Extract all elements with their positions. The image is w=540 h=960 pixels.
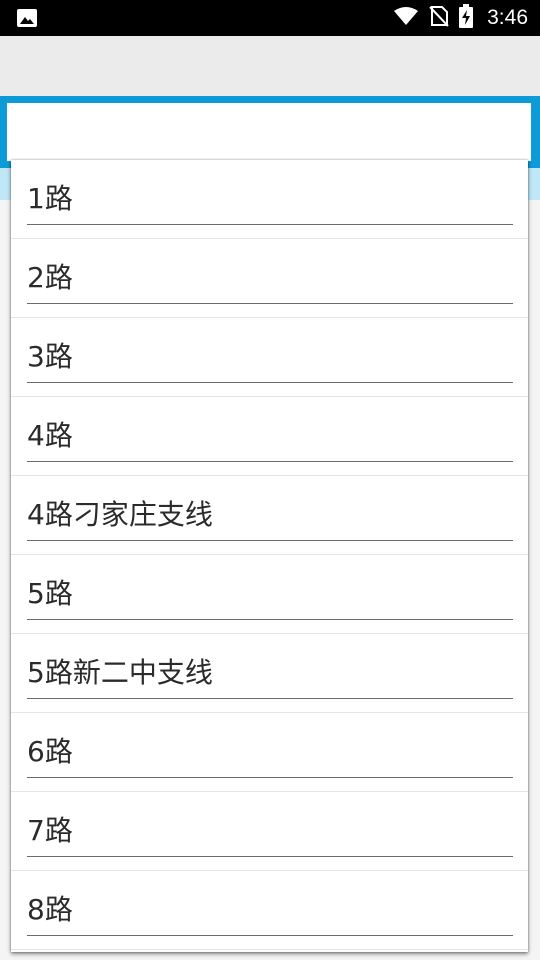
dropdown-item-route-4-branch[interactable]: 4路刁家庄支线 <box>11 476 528 555</box>
item-underline <box>27 382 513 383</box>
dropdown-item-label: 5路 <box>27 577 73 610</box>
dropdown-item-route-2[interactable]: 2路 <box>11 239 528 318</box>
toolbar <box>0 36 540 96</box>
image-icon <box>16 8 38 28</box>
dropdown-item-label: 6路 <box>27 735 73 768</box>
dropdown-item-label: 4路 <box>27 419 73 452</box>
dropdown-item-label: 7路 <box>27 814 73 847</box>
no-sim-icon <box>429 5 449 31</box>
dropdown-item-label: 3路 <box>27 340 73 373</box>
screen: 3:46 1路 2路 3路 4路 4路刁家庄支线 5路 5路新二中支线 6路 7… <box>0 0 540 960</box>
item-underline <box>27 777 513 778</box>
status-bar: 3:46 <box>0 0 540 36</box>
dropdown-item-label: 1路 <box>27 182 73 215</box>
dropdown-item-route-1[interactable]: 1路 <box>11 160 528 239</box>
wifi-icon <box>393 6 419 30</box>
item-underline <box>27 619 513 620</box>
dropdown-item-label: 5路新二中支线 <box>27 656 213 689</box>
battery-charging-icon <box>459 4 474 32</box>
dropdown-item-route-6[interactable]: 6路 <box>11 713 528 792</box>
status-icons: 3:46 <box>393 0 528 36</box>
dropdown-item-label: 8路 <box>27 893 73 926</box>
item-underline <box>27 856 513 857</box>
dropdown-item-route-5-branch[interactable]: 5路新二中支线 <box>11 634 528 713</box>
status-time: 3:46 <box>487 6 528 29</box>
item-underline <box>27 540 513 541</box>
item-underline <box>27 461 513 462</box>
dropdown-item-route-7[interactable]: 7路 <box>11 792 528 871</box>
dropdown-item-route-4[interactable]: 4路 <box>11 397 528 476</box>
search-frame <box>0 96 540 168</box>
dropdown-item-route-3[interactable]: 3路 <box>11 318 528 397</box>
route-suggestion-dropdown: 1路 2路 3路 4路 4路刁家庄支线 5路 5路新二中支线 6路 7路 8路 <box>11 160 528 952</box>
dropdown-item-route-5[interactable]: 5路 <box>11 555 528 634</box>
item-underline <box>27 698 513 699</box>
search-input[interactable] <box>7 103 531 161</box>
item-underline <box>27 224 513 225</box>
dropdown-item-label: 2路 <box>27 261 73 294</box>
dropdown-item-label: 4路刁家庄支线 <box>27 498 213 531</box>
dropdown-item-route-8[interactable]: 8路 <box>11 871 528 950</box>
item-underline <box>27 303 513 304</box>
item-underline <box>27 935 513 936</box>
